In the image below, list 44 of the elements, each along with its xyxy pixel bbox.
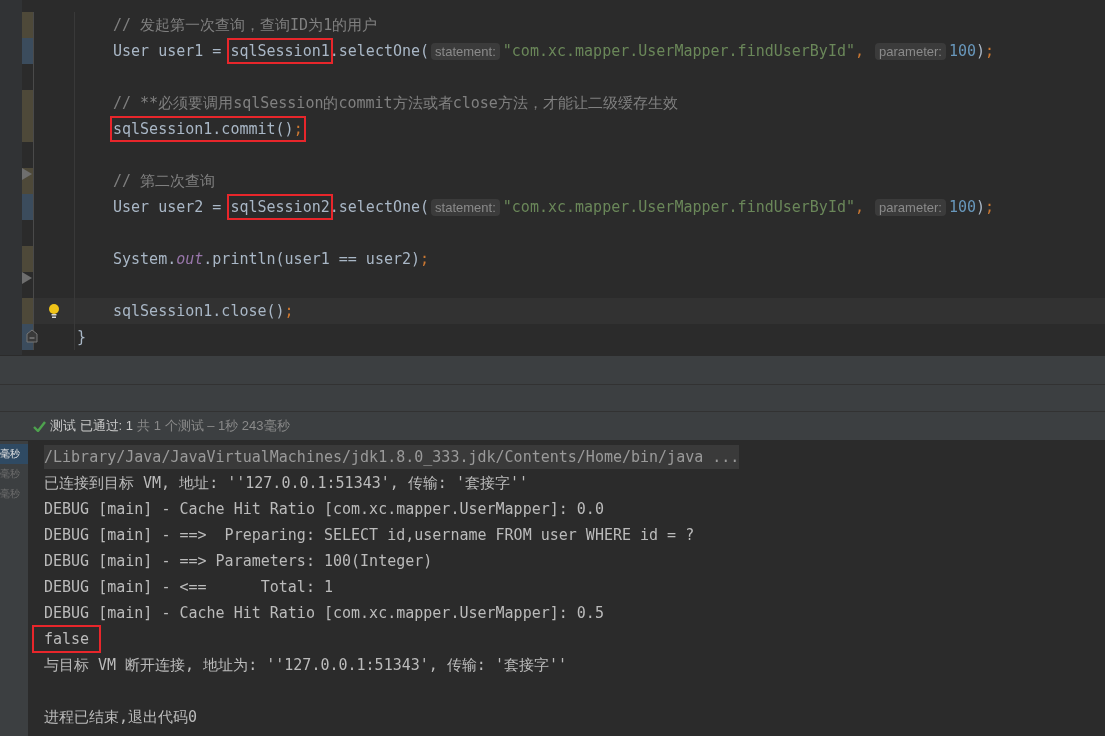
code-text: .selectOne( xyxy=(329,42,430,60)
code-text: sqlSession1.close(); xyxy=(113,302,294,320)
test-result-label: 测试 已通过: 1 xyxy=(50,417,134,435)
code-text: 100); xyxy=(948,42,995,60)
fold-arrow-icon[interactable] xyxy=(22,272,32,284)
code-text: } xyxy=(77,328,87,346)
code-text: // 第二次查询 xyxy=(113,171,216,191)
code-text: sqlSession1.commit(); xyxy=(113,120,303,138)
parameter-hint: parameter: xyxy=(875,198,946,216)
console-output: DEBUG [main] - Cache Hit Ratio [com.xc.mapper.UserMapper]: 0.0 xyxy=(44,499,604,520)
code-text: .selectOne( xyxy=(329,198,430,216)
fold-icon[interactable] xyxy=(26,329,38,343)
code-text: // **必须要调用sqlSession的commit方法或者close方法，才能让二级缓存生效 xyxy=(113,93,678,113)
code-text: sqlSession1 xyxy=(230,42,330,60)
console-output: DEBUG [main] - ==> Parameters: 100(Integer) xyxy=(44,551,433,572)
change-marker[interactable] xyxy=(22,298,33,324)
change-marker[interactable] xyxy=(22,194,33,220)
code-text: System.out.println(user1 == user2); xyxy=(113,250,430,268)
code-text: "com.xc.mapper.UserMapper.findUserById", xyxy=(502,198,866,216)
change-marker[interactable] xyxy=(22,246,33,272)
code-text: "com.xc.mapper.UserMapper.findUserById", xyxy=(502,42,866,60)
console-output: DEBUG [main] - <== Total: 1 xyxy=(44,577,333,598)
console-output: 已连接到目标 VM, 地址: ''127.0.0.1:51343', 传输: '套接字'' xyxy=(44,472,528,494)
console-output: 与目标 VM 断开连接, 地址为: ''127.0.0.1:51343', 传输: '套接字'' xyxy=(44,654,567,676)
code-text: User user2 = xyxy=(113,198,223,216)
console-output: 进程已结束,退出代码0 xyxy=(44,706,198,728)
test-duration-item[interactable]: 毫秒 xyxy=(0,444,28,464)
change-marker[interactable] xyxy=(22,116,33,142)
test-summary: 共 1 个测试 – 1秒 243毫秒 xyxy=(137,417,290,435)
fold-arrow-icon[interactable] xyxy=(22,168,32,180)
change-marker[interactable] xyxy=(22,90,33,116)
console-output: DEBUG [main] - Cache Hit Ratio [com.xc.mapper.UserMapper]: 0.5 xyxy=(44,603,604,624)
parameter-hint: parameter: xyxy=(875,42,946,60)
change-marker[interactable] xyxy=(22,12,33,38)
code-text: sqlSession2 xyxy=(230,198,330,216)
code-text: // 发起第一次查询，查询ID为1的用户 xyxy=(113,15,378,35)
code-text: 100); xyxy=(948,198,995,216)
lightbulb-icon[interactable] xyxy=(48,303,60,319)
console-output: DEBUG [main] - ==> Preparing: SELECT id,username FROM user WHERE id = ? xyxy=(44,525,695,546)
parameter-hint: statement: xyxy=(431,42,500,60)
code-text: User user1 = xyxy=(113,42,223,60)
parameter-hint: statement: xyxy=(431,198,500,216)
console-output: false xyxy=(32,625,102,653)
change-marker[interactable] xyxy=(22,38,33,64)
